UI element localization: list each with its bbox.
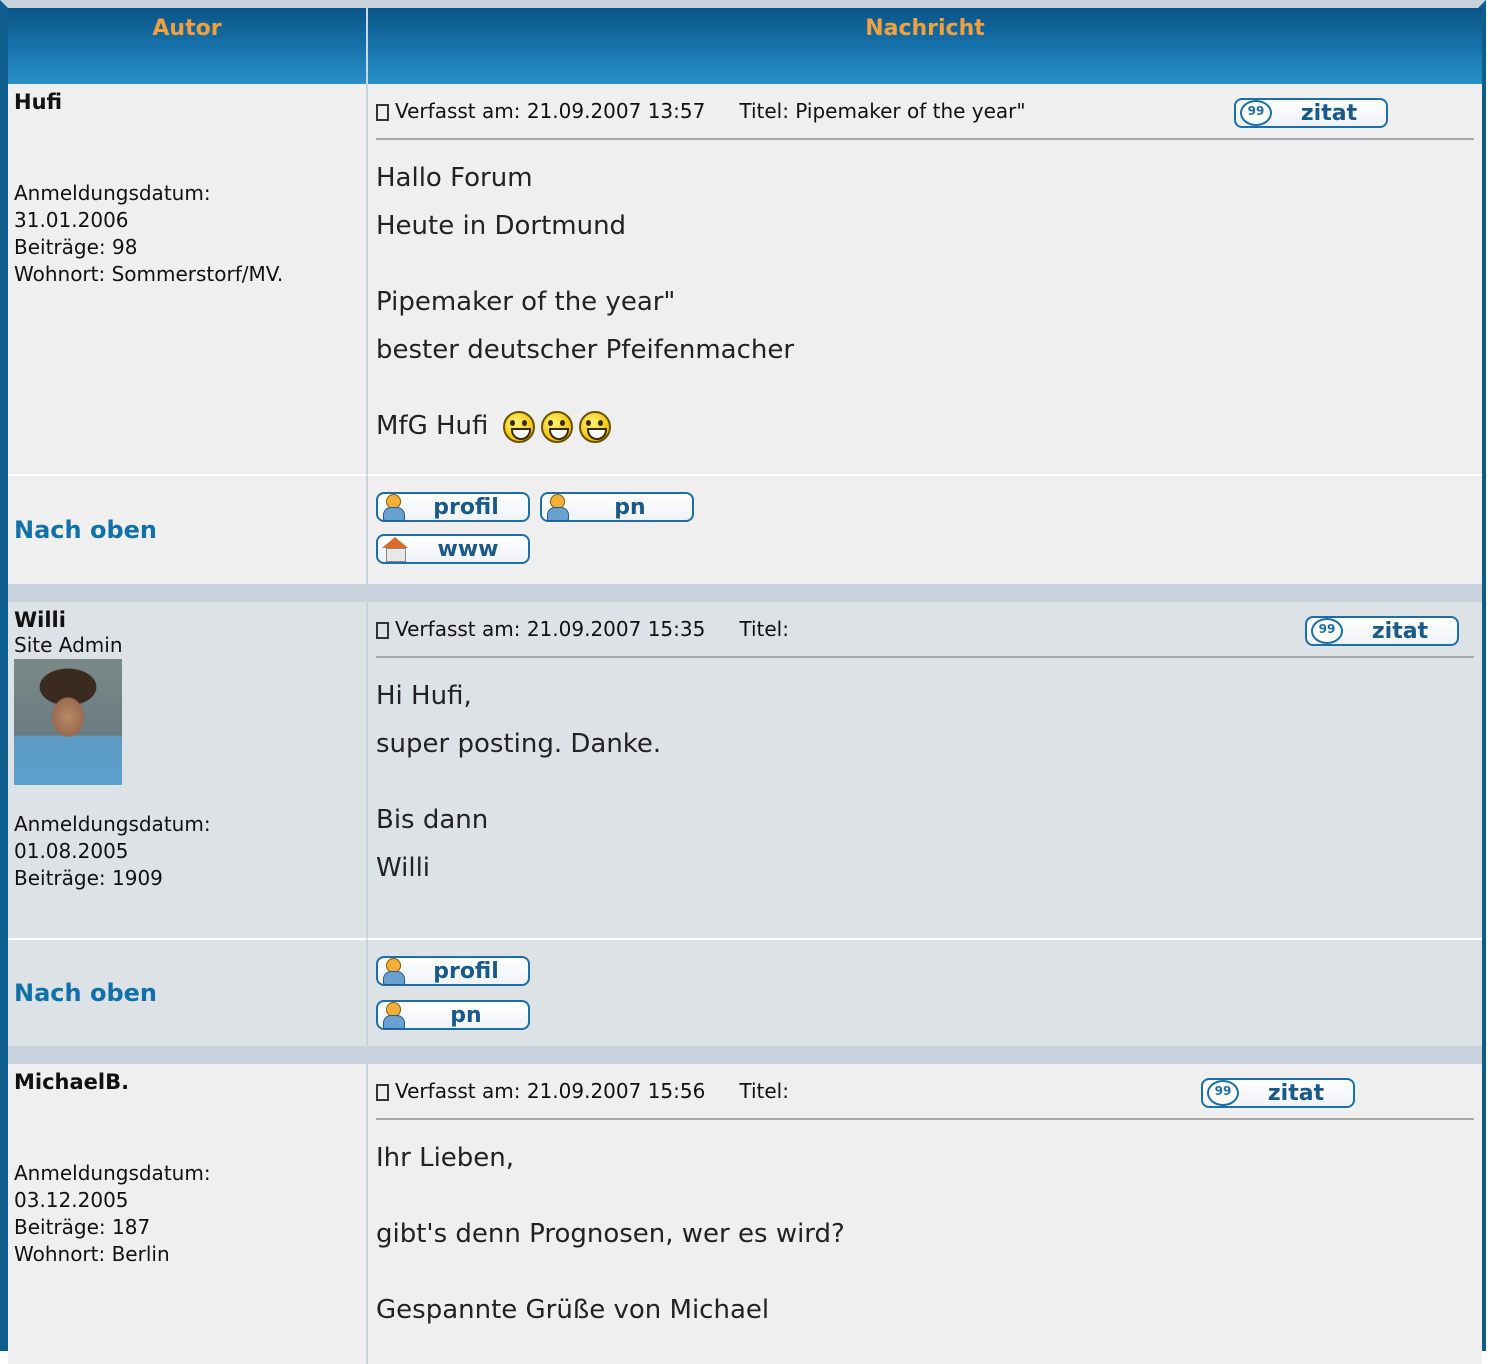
avatar: [14, 659, 122, 785]
post-text-line: Hallo Forum: [376, 163, 533, 193]
post-title: Titel:: [739, 617, 789, 641]
author-info-line: Wohnort: Berlin: [14, 1242, 170, 1266]
author-info-line: Anmeldungsdatum:: [14, 1161, 211, 1185]
profile-button[interactable]: profil: [376, 956, 530, 986]
post-text-line: bester deutscher Pfeifenmacher: [376, 335, 795, 365]
author-info-line: Beiträge: 187: [14, 1215, 151, 1239]
post-text-line: super posting. Danke.: [376, 729, 662, 759]
person-icon: [382, 958, 405, 985]
post-text-line: Hi Hufi,: [376, 681, 472, 711]
post-text-line: Willi: [376, 853, 431, 883]
post-text-line: Ihr Lieben,: [376, 1143, 515, 1173]
pm-button[interactable]: pn: [376, 1000, 530, 1030]
post-date: Verfasst am: 21.09.2007 15:35: [395, 617, 706, 641]
person-icon: [382, 494, 405, 521]
author-rank: Site Admin: [14, 633, 123, 657]
post-text-line: MfG Hufi: [376, 402, 1474, 450]
post-divider: [376, 1118, 1474, 1120]
quote-icon: 99: [1240, 100, 1272, 126]
quote-icon: 99: [1207, 1080, 1239, 1106]
author-info-line: 03.12.2005: [14, 1188, 129, 1212]
author-info-line: Beiträge: 98: [14, 235, 138, 259]
author-info-line: Wohnort: Sommerstorf/MV.: [14, 262, 284, 286]
website-button[interactable]: www: [376, 534, 530, 564]
nav-cell: Nach oben: [8, 938, 368, 1046]
column-header-author: Autor: [8, 8, 368, 84]
home-icon: [382, 537, 408, 562]
profile-buttons: profil pn: [368, 938, 1482, 1046]
post-document-icon: [376, 1083, 389, 1101]
post-body: Ihr Lieben, gibt's denn Prognosen, wer e…: [376, 1134, 1474, 1334]
people-icon: [546, 494, 569, 521]
post-text-line: Pipemaker of the year": [376, 287, 676, 317]
author-name: MichaelB.: [14, 1070, 130, 1094]
post-separator: [8, 584, 1482, 602]
people-icon: [382, 1002, 405, 1029]
post-row: MichaelB. Anmeldungsdatum: 03.12.2005 Be…: [8, 1064, 1482, 1364]
back-to-top-link[interactable]: Nach oben: [14, 516, 157, 544]
thread-table: Autor Nachricht Hufi Anmeldungsdatum: 31…: [8, 8, 1482, 1364]
quote-button[interactable]: 99 zitat: [1201, 1078, 1355, 1108]
post-message-cell: Verfasst am: 21.09.2007 15:35 Titel: 99 …: [368, 602, 1482, 938]
post-row: Willi Site Admin Anmeldungsdatum: 01.08.…: [8, 602, 1482, 938]
grin-smiley-icon: [578, 410, 611, 443]
pm-button[interactable]: pn: [540, 492, 694, 522]
author-info-line: 31.01.2006: [14, 208, 129, 232]
column-header-message: Nachricht: [368, 8, 1482, 84]
author-info-line: Anmeldungsdatum:: [14, 181, 211, 205]
post-author-cell: Willi Site Admin Anmeldungsdatum: 01.08.…: [8, 602, 368, 938]
back-to-top-link[interactable]: Nach oben: [14, 979, 157, 1007]
post-title: Titel: Pipemaker of the year": [739, 99, 1026, 123]
grin-smiley-icon: [502, 410, 535, 443]
quote-button[interactable]: 99 zitat: [1305, 616, 1459, 646]
post-divider: [376, 138, 1474, 140]
author-name: Willi: [14, 608, 66, 632]
author-info-line: Beiträge: 1909: [14, 866, 163, 890]
quote-button[interactable]: 99 zitat: [1234, 98, 1388, 128]
post-document-icon: [376, 103, 389, 121]
post-title: Titel:: [739, 1079, 789, 1103]
author-info-line: Anmeldungsdatum:: [14, 812, 211, 836]
grin-smiley-icon: [540, 410, 573, 443]
profile-buttons: profil pn www: [368, 474, 1482, 584]
post-text-line: gibt's denn Prognosen, wer es wird?: [376, 1219, 845, 1249]
post-author-cell: MichaelB. Anmeldungsdatum: 03.12.2005 Be…: [8, 1064, 368, 1364]
post-document-icon: [376, 621, 389, 639]
post-body: Hallo Forum Heute in Dortmund Pipemaker …: [376, 154, 1474, 450]
post-message-cell: Verfasst am: 21.09.2007 15:56 Titel: 99 …: [368, 1064, 1482, 1364]
post-author-cell: Hufi Anmeldungsdatum: 31.01.2006 Beiträg…: [8, 84, 368, 474]
author-info-line: 01.08.2005: [14, 839, 129, 863]
author-name: Hufi: [14, 90, 63, 114]
post-nav-row: Nach oben profil pn: [8, 938, 1482, 1046]
post-body: Hi Hufi, super posting. Danke. Bis dann …: [376, 672, 1474, 892]
post-text-line: Bis dann: [376, 805, 489, 835]
post-row: Hufi Anmeldungsdatum: 31.01.2006 Beiträg…: [8, 84, 1482, 474]
post-nav-row: Nach oben profil pn www: [8, 474, 1482, 584]
post-message-cell: Verfasst am: 21.09.2007 13:57 Titel: Pip…: [368, 84, 1482, 474]
post-date: Verfasst am: 21.09.2007 13:57: [395, 99, 706, 123]
post-divider: [376, 656, 1474, 658]
post-date: Verfasst am: 21.09.2007 15:56: [395, 1079, 706, 1103]
profile-button[interactable]: profil: [376, 492, 530, 522]
post-separator: [8, 1046, 1482, 1064]
quote-icon: 99: [1311, 618, 1343, 644]
post-text-line: Gespannte Grüße von Michael: [376, 1295, 770, 1325]
nav-cell: Nach oben: [8, 474, 368, 584]
post-text-line: Heute in Dortmund: [376, 211, 627, 241]
